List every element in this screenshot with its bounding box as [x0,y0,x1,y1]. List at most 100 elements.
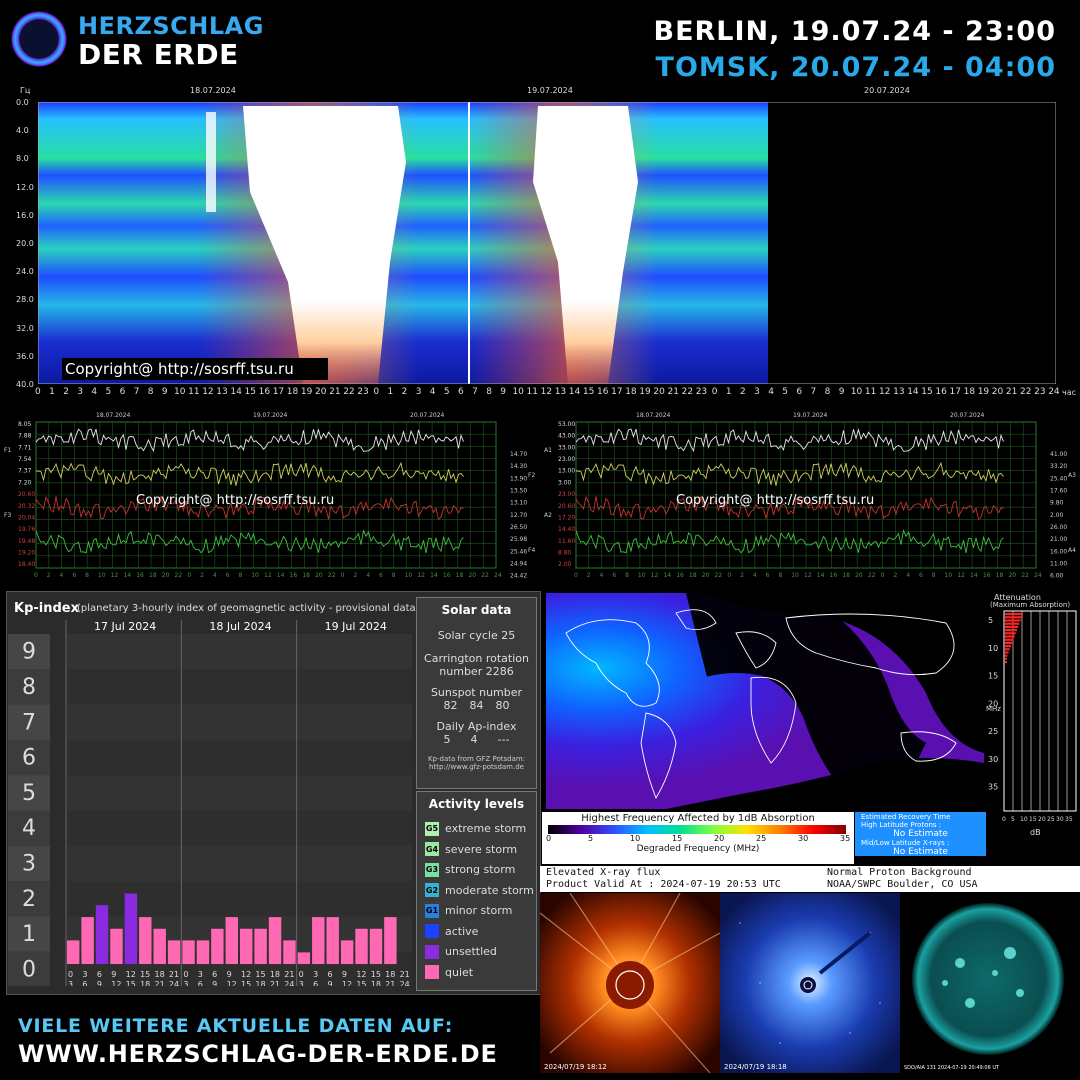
spectro-hour-tick: 17 [611,387,623,397]
kp-hour-label: 9 [328,980,333,986]
kp-grid-row [66,845,412,882]
kp-hour-label: 21 [155,980,165,986]
spectro-hour-tick: 14 [568,387,581,397]
attenuation-chart: 5101520253035MHz0 5 10 15 20 25 30 35dB [986,610,1077,837]
kp-hour-label: 21 [385,980,395,986]
spectro-hour-tick: 3 [415,387,422,397]
atten-bar [1005,641,1013,644]
ap-value: 4 [470,733,478,746]
d-region-absorption-map [546,583,984,824]
spectro-hour-tick: 11 [864,387,877,397]
atten-bar [1005,638,1014,641]
kp-hour-label: 12 [227,980,237,986]
chart-x-tick: 0 [574,572,578,579]
chart-series-label: F4 [528,547,535,554]
kp-bar [240,928,253,965]
chart-right-tick: 25.98 [510,536,527,543]
kp-grid-row [66,775,412,811]
spectro-date-3: 20.07.2024 [864,86,910,95]
spectro-hour-tick: 18 [625,387,637,397]
kp-bar-chart: 987654321017 Jul 2024 18 Jul 2024 19 Jul 2… [8,620,412,989]
chart-x-tick: 10 [791,572,799,579]
chart-x-tick: 10 [945,572,953,579]
chart-left-tick: 13.00 [558,468,575,475]
spectro-hour-tick: 13 [893,387,905,397]
spectro-hour-tick: 0 [711,387,718,397]
kp-level-label: 7 [22,710,36,735]
spectro-hour-tick: 23 [1034,387,1046,397]
spectro-hour-tick: 17 [272,387,285,397]
chart-left-tick: 8.80 [558,549,572,556]
chart-right-tick: 16.00 [1050,548,1067,555]
chart-x-tick: 18 [456,572,464,579]
legend-xlabel: Degraded Frequency (MHz) [636,844,760,854]
chart-x-tick: 14 [277,572,285,579]
spectro-hour-tick: 3 [754,387,760,397]
legend-tick: 20 [714,834,725,843]
activity-level-row: G2 moderate storm [425,882,534,899]
spectro-hour-tick: 5 [443,387,450,397]
footer-website-link[interactable]: WWW.HERZSCHLAG-DER-ERDE.DE [18,1040,498,1068]
est-high-lat-value: No Estimate [893,829,948,839]
atten-mhz-unit: MHz [986,705,1001,713]
chart-x-tick: 4 [753,572,757,579]
chart-x-tick: 0 [341,572,345,579]
kp-hour-label: 18 [155,970,165,979]
chart-x-tick: 20 [315,572,323,579]
spectro-hour-tick: 11 [188,387,200,397]
atten-bar [1005,625,1019,628]
kp-bar [283,940,296,965]
chart-x-tick: 8 [932,572,936,579]
kp-hour-label: 3 [183,980,188,986]
source-line2[interactable]: http://www.gfz-potsdam.de [417,763,536,771]
kp-grid-row [66,704,412,740]
chart-x-tick: 8 [238,572,242,579]
spectro-y-tick: 0.0 [16,98,29,107]
activity-levels-box: Activity levels G5 extreme storm G4 severe … [416,791,537,991]
kp-level-label: 5 [22,781,36,806]
sunspot-value: 82 [443,699,458,712]
kp-hour-label: 3 [82,970,87,979]
kp-grid-row [66,810,412,846]
kp-bar [167,940,181,965]
kp-bar [81,917,94,965]
spectro-hour-tick: 15 [582,387,595,397]
kp-grid-row [66,634,412,670]
legend-tick: 10 [630,834,641,843]
atten-bar [1005,629,1017,632]
spectro-hour-tick: 18 [963,387,976,397]
chart-x-tick: 18 [842,572,850,579]
kp-bar [312,917,325,965]
kp-day-label: 18 Jul 2024 [209,620,271,633]
kp-hour-label: 18 [371,980,381,986]
atten-bar [1005,613,1023,616]
chart-right-tick: 13.90 [510,475,527,482]
spectro-hour-tick: 12 [202,387,214,397]
earth-logo-icon [8,8,70,70]
chart-left-tick: 20.60 [18,491,35,498]
carrington-number: number 2286 [439,665,514,678]
activity-label: unsettled [445,945,497,958]
kp-hour-label: 6 [212,970,217,979]
kp-hour-label: 3 [313,970,318,979]
activity-swatch: G4 [425,842,439,856]
chart-date: 20.07.2024 [950,412,985,419]
chart-x-tick: 22 [328,572,336,579]
spectro-hour-tick: 1 [725,387,732,397]
chart-x-tick: 4 [60,572,64,579]
kp-hour-label: 12 [126,970,136,979]
chart-x-tick: 20 [468,572,476,579]
kp-bar [196,940,210,965]
chart-x-tick: 20 [855,572,863,579]
chart-left-tick: 17.20 [558,514,575,521]
spectro-hour-tick: 12 [540,387,553,397]
chart-copyright: Copyright@ http://sosrff.tsu.ru [676,493,874,508]
sunspot-value: 80 [495,699,510,712]
spectro-hour-tick: 24 [1048,387,1060,397]
est-mid-lat-value: No Estimate [893,847,948,857]
chart-x-tick: 2 [893,572,897,579]
est-title: Estimated Recovery Time [861,813,951,821]
spectro-hour-tick: 7 [810,387,817,397]
chart-x-tick: 2 [47,572,51,579]
solar-cycle: Solar cycle 25 [437,629,516,642]
